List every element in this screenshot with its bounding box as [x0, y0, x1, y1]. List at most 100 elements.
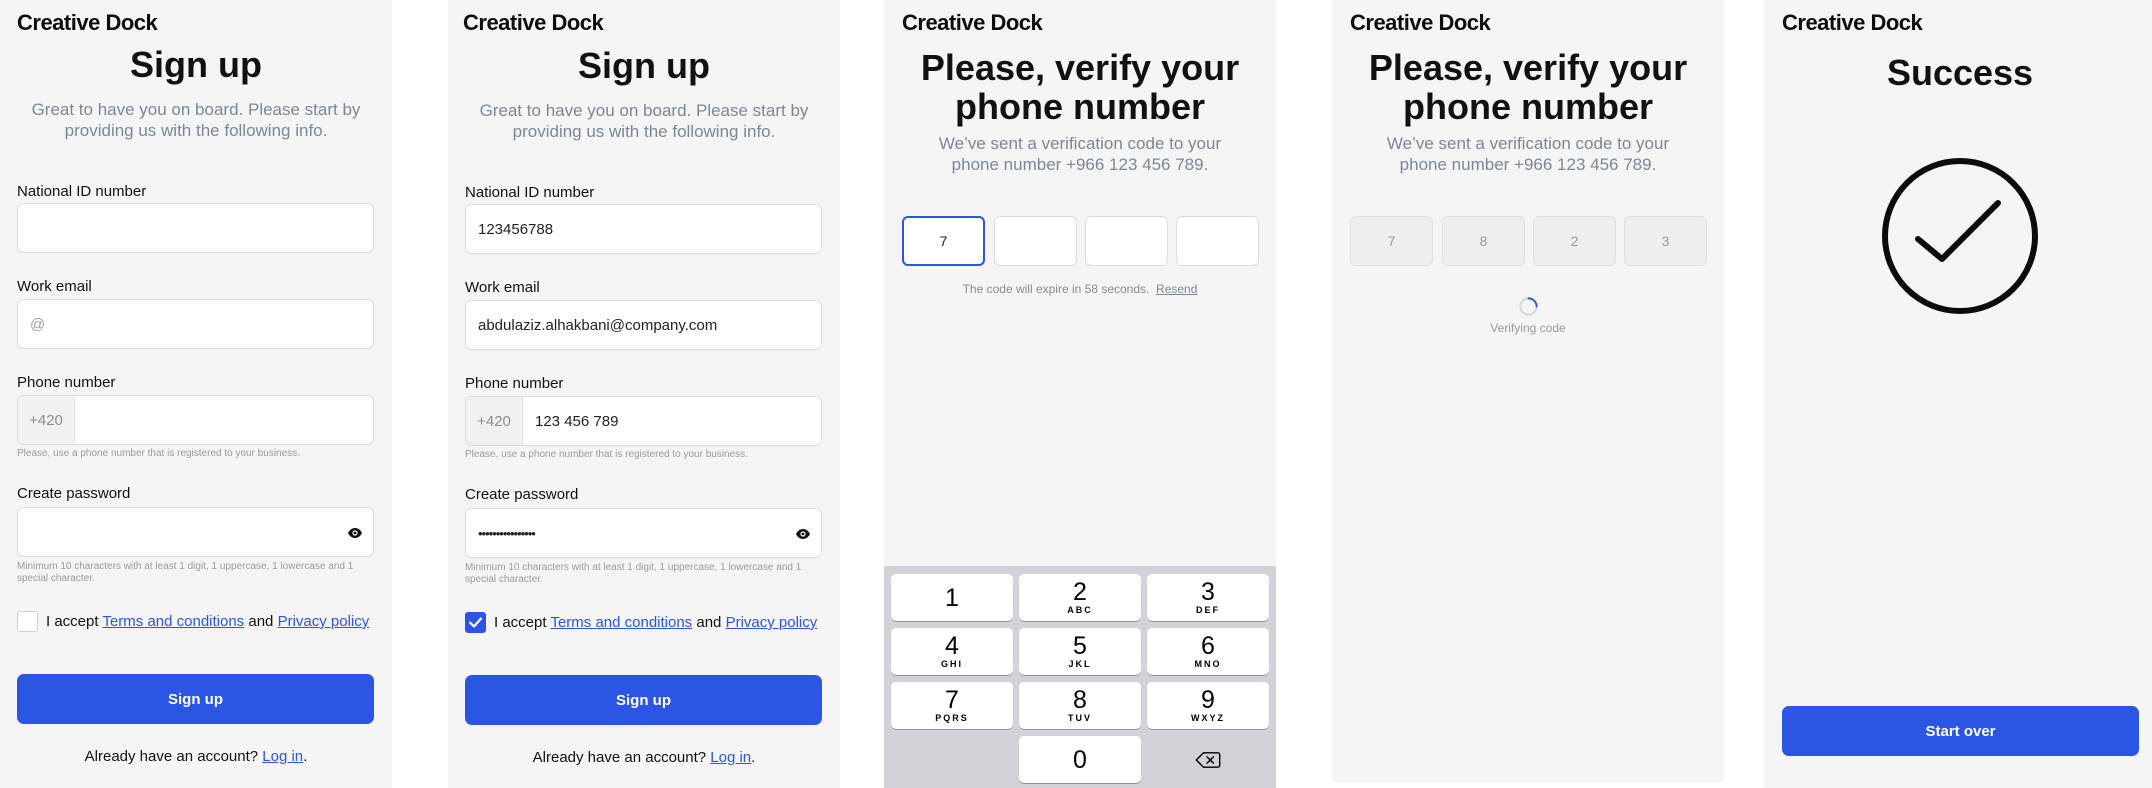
page-subtitle: Great to have you on board. Please start…	[31, 100, 361, 140]
national-id-input[interactable]	[17, 203, 374, 253]
key-letters: DEF	[1196, 605, 1220, 615]
and-text: and	[248, 613, 274, 630]
show-password-icon[interactable]	[795, 526, 811, 542]
privacy-link[interactable]: Privacy policy	[278, 613, 370, 630]
page-title: Please, verify your phone number	[1332, 48, 1724, 126]
show-password-icon[interactable]	[347, 525, 363, 541]
success-screen: Creative Dock Success Start over	[1764, 0, 2152, 788]
key-8[interactable]: 8 TUV	[1019, 682, 1141, 729]
resend-link[interactable]: Resend	[1156, 282, 1197, 296]
email-label: Work email	[465, 279, 540, 296]
code-digit-1: 7	[1350, 216, 1433, 266]
accept-prefix: I accept	[494, 614, 547, 631]
page-title: Sign up	[130, 44, 262, 85]
verifying-status: Verifying code	[1490, 321, 1566, 335]
key-5[interactable]: 5 JKL	[1019, 628, 1141, 675]
brand-logo: Creative Dock	[1782, 10, 1923, 35]
email-placeholder: @	[30, 315, 46, 333]
subtitle-line-2: phone number +966 123 456 789.	[951, 155, 1209, 174]
title-line-1: Please, verify your	[920, 47, 1240, 88]
page-subtitle: Great to have you on board. Please start…	[479, 101, 809, 141]
key-0[interactable]: 0	[1019, 736, 1141, 783]
password-input[interactable]: ••••••••••••••••	[465, 508, 822, 558]
terms-link[interactable]: Terms and conditions	[550, 614, 692, 631]
national-id-input[interactable]: 123456788	[465, 204, 822, 254]
terms-link[interactable]: Terms and conditions	[102, 613, 244, 630]
accept-terms-text: I accept Terms and conditions and Privac…	[46, 613, 369, 630]
accept-terms-checkbox[interactable]	[17, 611, 38, 632]
brand-logo: Creative Dock	[1350, 10, 1491, 35]
accept-prefix: I accept	[46, 613, 99, 630]
login-link[interactable]: Log in	[262, 748, 303, 765]
privacy-link[interactable]: Privacy policy	[726, 614, 818, 631]
email-input[interactable]: abdulaziz.alhakbani@company.com	[465, 300, 822, 350]
key-digit: 7	[945, 686, 959, 714]
key-letters: GHI	[940, 659, 963, 669]
password-value: ••••••••••••••••	[478, 525, 536, 541]
key-4[interactable]: 4 GHI	[891, 628, 1013, 675]
national-id-value: 123456788	[478, 220, 554, 238]
subtitle-line-1: We’ve sent a verification code to your	[938, 134, 1222, 153]
title-line-2: phone number	[955, 86, 1205, 127]
phone-prefix[interactable]: +420	[18, 396, 75, 444]
key-digit: 0	[1073, 745, 1087, 774]
key-digit: 8	[1073, 686, 1087, 714]
checkmark-icon	[468, 617, 483, 628]
phone-label: Phone number	[465, 375, 564, 392]
start-over-button[interactable]: Start over	[1782, 706, 2139, 756]
page-title: Success	[1886, 52, 2034, 93]
key-digit: 2	[1073, 578, 1087, 606]
key-digit: 6	[1201, 632, 1215, 660]
phone-hint: Please, use a phone number that is regis…	[465, 449, 748, 460]
password-hint: Minimum 10 characters with at least 1 di…	[465, 562, 802, 585]
key-letters: PQRS	[935, 713, 969, 723]
key-letters: MNO	[1194, 659, 1222, 669]
key-letters: ABC	[1067, 605, 1093, 615]
accept-terms-checkbox[interactable]	[465, 612, 486, 633]
key-9[interactable]: 9 WXYZ	[1147, 682, 1269, 729]
loading-spinner-icon	[1519, 297, 1538, 316]
code-digit-2[interactable]	[994, 216, 1077, 266]
numeric-keypad: 1 2 ABC 3 DEF 4 GHI 5 JKL 6 MNO 7 PQRS 8 TUV 9W…	[884, 566, 1276, 788]
key-digit: 5	[1073, 632, 1087, 660]
key-digit: 9	[1201, 686, 1215, 714]
code-digit-3: 2	[1533, 216, 1616, 266]
phone-label: Phone number	[17, 374, 116, 391]
key-digit: 4	[945, 632, 959, 660]
key-digit: 1	[945, 583, 959, 612]
key-3[interactable]: 3 DEF	[1147, 574, 1269, 621]
brand-logo: Creative Dock	[17, 10, 158, 35]
signup-empty-screen: Creative Dock Sign up Great to have you …	[0, 0, 392, 788]
phone-prefix[interactable]: +420	[466, 397, 523, 445]
password-input[interactable]	[17, 507, 374, 557]
signup-button[interactable]: Sign up	[465, 675, 822, 725]
key-6[interactable]: 6 MNO	[1147, 628, 1269, 675]
backspace-icon	[1195, 751, 1221, 768]
key-1[interactable]: 1	[891, 574, 1013, 621]
key-2[interactable]: 2 ABC	[1019, 574, 1141, 621]
page-subtitle: We’ve sent a verification code to your p…	[904, 133, 1256, 175]
verify-entry-screen: Creative Dock Please, verify your phone …	[884, 0, 1276, 788]
login-prompt: Already have an account? Log in.	[448, 749, 840, 766]
signup-button[interactable]: Sign up	[17, 674, 374, 724]
key-letters: JKL	[1068, 659, 1092, 669]
code-digit-3[interactable]	[1085, 216, 1168, 266]
email-label: Work email	[17, 278, 92, 295]
code-digit-1[interactable]: 7	[902, 216, 985, 266]
code-digit-4: 3	[1624, 216, 1707, 266]
key-7[interactable]: 7 PQRS	[891, 682, 1013, 729]
phone-input[interactable]: +420	[17, 395, 374, 445]
key-letters: TUV	[1068, 713, 1092, 723]
login-prompt: Already have an account? Log in.	[0, 748, 392, 765]
phone-input[interactable]: +420 123 456 789	[465, 396, 822, 446]
code-digit-4[interactable]	[1176, 216, 1259, 266]
phone-value: 123 456 789	[535, 412, 619, 430]
already-text: Already have an account?	[532, 749, 707, 766]
accept-terms-text: I accept Terms and conditions and Privac…	[494, 614, 817, 631]
title-line-2: phone number	[1403, 86, 1653, 127]
login-link[interactable]: Log in	[710, 749, 751, 766]
key-backspace[interactable]	[1147, 736, 1269, 783]
password-label: Create password	[17, 485, 131, 502]
password-hint: Minimum 10 characters with at least 1 di…	[17, 561, 354, 584]
email-input[interactable]: @	[17, 299, 374, 349]
